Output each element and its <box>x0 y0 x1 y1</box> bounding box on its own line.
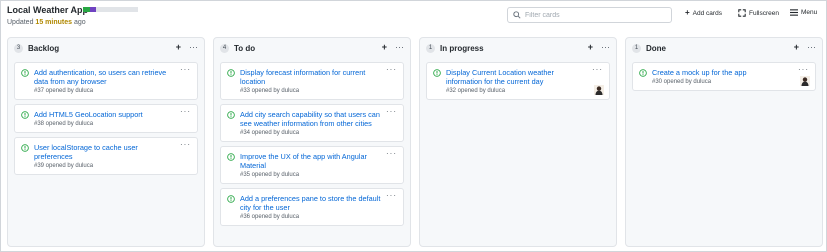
card[interactable]: Add authentication, so users can retriev… <box>14 62 198 100</box>
column-backlog: 3 Backlog + ··· Add authentication, so u… <box>7 37 205 247</box>
open-issue-icon <box>227 153 235 161</box>
fullscreen-label: Fullscreen <box>749 9 779 17</box>
progress-segment-2 <box>96 7 138 12</box>
card-menu-icon[interactable]: ··· <box>386 191 397 200</box>
filter-cards-input[interactable] <box>525 11 665 19</box>
assignee-avatar[interactable] <box>800 76 810 86</box>
hamburger-icon <box>790 9 798 16</box>
column-to-do: 4 To do + ··· Display forecast informati… <box>213 37 411 247</box>
open-issue-icon <box>227 195 235 203</box>
assignee-avatar[interactable] <box>594 85 604 95</box>
add-cards-label: Add cards <box>692 9 722 17</box>
column-card-count: 1 <box>426 43 435 53</box>
card-title-link[interactable]: Display Current Location weather informa… <box>446 68 589 86</box>
column-title: In progress <box>440 43 484 53</box>
card-menu-icon[interactable]: ··· <box>798 65 809 74</box>
menu-button[interactable]: Menu <box>790 9 817 16</box>
column-title: Done <box>646 43 666 53</box>
card-meta: #39 opened by duluca <box>34 163 94 169</box>
card-menu-icon[interactable]: ··· <box>386 107 397 116</box>
card[interactable]: Add city search capability so that users… <box>220 104 404 142</box>
updated-time: 15 minutes <box>35 19 72 26</box>
card[interactable]: Display Current Location weather informa… <box>426 62 610 100</box>
card[interactable]: Create a mock up for the app #30 opened … <box>632 62 816 91</box>
card-menu-icon[interactable]: ··· <box>180 107 191 116</box>
column-menu-icon[interactable]: ··· <box>189 42 198 52</box>
card-menu-icon[interactable]: ··· <box>180 140 191 149</box>
card[interactable]: Add HTML5 GeoLocation support #38 opened… <box>14 104 198 133</box>
card[interactable]: User localStorage to cache user preferen… <box>14 137 198 175</box>
card[interactable]: Add a preferences pane to store the defa… <box>220 188 404 226</box>
card-title-link[interactable]: Improve the UX of the app with Angular M… <box>240 152 383 170</box>
card-menu-icon[interactable]: ··· <box>592 65 603 74</box>
card-title-link[interactable]: Add city search capability so that users… <box>240 110 383 128</box>
add-card-icon[interactable]: + <box>176 42 181 52</box>
column-card-count: 1 <box>632 43 641 53</box>
board-header: Local Weather App Updated 15 minutes ago… <box>1 1 826 35</box>
search-icon <box>513 11 521 19</box>
page-title: Local Weather App <box>7 5 89 15</box>
column-card-count: 4 <box>220 43 229 53</box>
card-meta: #35 opened by duluca <box>240 172 300 178</box>
card[interactable]: Improve the UX of the app with Angular M… <box>220 146 404 184</box>
card-title-link[interactable]: Add a preferences pane to store the defa… <box>240 194 383 212</box>
add-cards-button[interactable]: + Add cards <box>685 9 722 17</box>
plus-icon: + <box>685 8 690 17</box>
column-in-progress: 1 In progress + ··· Display Current Loca… <box>419 37 617 247</box>
open-issue-icon <box>639 69 647 77</box>
card-menu-icon[interactable]: ··· <box>180 65 191 74</box>
card-title-link[interactable]: User localStorage to cache user preferen… <box>34 143 177 161</box>
open-issue-icon <box>21 144 29 152</box>
column-header: 4 To do + ··· <box>214 38 410 58</box>
column-menu-icon[interactable]: ··· <box>807 42 816 52</box>
column-header: 3 Backlog + ··· <box>8 38 204 58</box>
column-menu-icon[interactable]: ··· <box>395 42 404 52</box>
card-title-link[interactable]: Add HTML5 GeoLocation support <box>34 110 177 119</box>
project-board: Local Weather App Updated 15 minutes ago… <box>0 0 827 252</box>
column-header: 1 Done + ··· <box>626 38 822 58</box>
menu-label: Menu <box>801 9 818 16</box>
project-progress-bar <box>83 7 138 12</box>
open-issue-icon <box>21 69 29 77</box>
fullscreen-icon <box>738 9 746 17</box>
column-menu-icon[interactable]: ··· <box>601 42 610 52</box>
updated-text: Updated 15 minutes ago <box>7 19 86 26</box>
add-card-icon[interactable]: + <box>588 42 593 52</box>
card-meta: #33 opened by duluca <box>240 88 300 94</box>
column-done: 1 Done + ··· Create a mock up for the ap… <box>625 37 823 247</box>
column-header: 1 In progress + ··· <box>420 38 616 58</box>
progress-segment-0 <box>83 7 90 12</box>
add-card-icon[interactable]: + <box>794 42 799 52</box>
card-meta: #34 opened by duluca <box>240 130 300 136</box>
card[interactable]: Display forecast information for current… <box>220 62 404 100</box>
fullscreen-button[interactable]: Fullscreen <box>738 9 779 17</box>
open-issue-icon <box>227 111 235 119</box>
card-meta: #32 opened by duluca <box>446 88 506 94</box>
column-card-count: 3 <box>14 43 23 53</box>
open-issue-icon <box>227 69 235 77</box>
card-meta: #30 opened by duluca <box>652 79 712 85</box>
add-card-icon[interactable]: + <box>382 42 387 52</box>
card-menu-icon[interactable]: ··· <box>386 65 397 74</box>
filter-cards-field[interactable] <box>507 7 672 23</box>
column-title: To do <box>234 43 256 53</box>
card-meta: #37 opened by duluca <box>34 88 94 94</box>
open-issue-icon <box>21 111 29 119</box>
card-menu-icon[interactable]: ··· <box>386 149 397 158</box>
open-issue-icon <box>433 69 441 77</box>
card-meta: #38 opened by duluca <box>34 121 94 127</box>
column-title: Backlog <box>28 43 60 53</box>
card-title-link[interactable]: Display forecast information for current… <box>240 68 383 86</box>
card-meta: #36 opened by duluca <box>240 214 300 220</box>
updated-suffix: ago <box>72 19 86 26</box>
card-title-link[interactable]: Add authentication, so users can retriev… <box>34 68 177 86</box>
progress-segment-1 <box>89 7 97 12</box>
updated-prefix: Updated <box>7 19 36 26</box>
card-title-link[interactable]: Create a mock up for the app <box>652 68 795 77</box>
